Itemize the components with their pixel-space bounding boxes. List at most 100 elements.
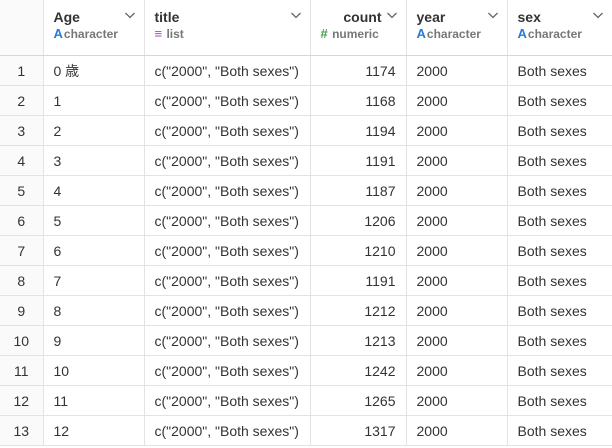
character-type-icon: A	[416, 26, 426, 41]
column-name: year	[416, 9, 446, 25]
cell-year: 2000	[406, 145, 508, 176]
row-number: 4	[0, 145, 44, 176]
cell-sex: Both sexes	[507, 55, 612, 86]
cell-age: 7	[43, 265, 145, 296]
cell-sex: Both sexes	[507, 175, 612, 206]
table-row[interactable]: 11 10 c("2000", "Both sexes") 1242 2000 Both …	[0, 355, 612, 386]
row-number: 6	[0, 205, 44, 236]
table-row[interactable]: 3 2 c("2000", "Both sexes") 1194 2000 Both se…	[0, 115, 612, 146]
row-number: 2	[0, 85, 44, 116]
cell-year: 2000	[406, 415, 508, 446]
column-header-sex[interactable]: sex Acharacter	[507, 0, 612, 56]
character-type-icon: A	[53, 26, 63, 41]
cell-title: c("2000", "Both sexes")	[144, 115, 311, 146]
column-name: title	[154, 9, 180, 25]
cell-count: 1194	[310, 115, 407, 146]
column-name: sex	[517, 9, 541, 25]
cell-year: 2000	[406, 265, 508, 296]
cell-title: c("2000", "Both sexes")	[144, 145, 311, 176]
numeric-type-icon: #	[320, 26, 328, 41]
chevron-down-icon[interactable]	[386, 9, 398, 21]
table-row[interactable]: 8 7 c("2000", "Both sexes") 1191 2000 Both se…	[0, 265, 612, 296]
cell-count: 1210	[310, 235, 407, 266]
row-number: 13	[0, 415, 44, 446]
column-header-title[interactable]: title ≡ list	[144, 0, 311, 56]
cell-year: 2000	[406, 85, 508, 116]
table-row[interactable]: 12 11 c("2000", "Both sexes") 1265 2000 Both …	[0, 385, 612, 416]
chevron-down-icon[interactable]	[487, 9, 499, 21]
cell-age: 10	[43, 355, 145, 386]
chevron-down-icon[interactable]	[290, 9, 302, 21]
cell-count: 1242	[310, 355, 407, 386]
character-type-icon: A	[517, 26, 527, 41]
data-grid: Age Acharacter title ≡ list count # nume…	[0, 0, 612, 446]
cell-count: 1168	[310, 85, 407, 116]
row-number: 8	[0, 265, 44, 296]
column-type: Acharacter	[517, 26, 582, 42]
cell-count: 1265	[310, 385, 407, 416]
cell-age: 3	[43, 145, 145, 176]
row-number: 7	[0, 235, 44, 266]
cell-year: 2000	[406, 325, 508, 356]
cell-title: c("2000", "Both sexes")	[144, 415, 311, 446]
table-row[interactable]: 10 9 c("2000", "Both sexes") 1213 2000 Both s…	[0, 325, 612, 356]
cell-year: 2000	[406, 385, 508, 416]
cell-year: 2000	[406, 355, 508, 386]
table-row[interactable]: 10 歳 c("2000", "Both sexes") 1174 2000 Both …	[0, 55, 612, 86]
row-number: 9	[0, 295, 44, 326]
row-number: 1	[0, 55, 44, 86]
cell-title: c("2000", "Both sexes")	[144, 55, 311, 86]
column-type: Acharacter	[53, 26, 118, 42]
table-row[interactable]: 2 1 c("2000", "Both sexes") 1168 2000 Both se…	[0, 85, 612, 116]
cell-title: c("2000", "Both sexes")	[144, 295, 311, 326]
cell-count: 1191	[310, 145, 407, 176]
cell-sex: Both sexes	[507, 295, 612, 326]
cell-sex: Both sexes	[507, 235, 612, 266]
table-row[interactable]: 6 5 c("2000", "Both sexes") 1206 2000 Both se…	[0, 205, 612, 236]
cell-sex: Both sexes	[507, 415, 612, 446]
cell-year: 2000	[406, 175, 508, 206]
table-body: 10 歳 c("2000", "Both sexes") 1174 2000 Both …	[0, 55, 612, 446]
cell-year: 2000	[406, 115, 508, 146]
column-header-count[interactable]: count # numeric	[310, 0, 407, 56]
table-row[interactable]: 7 6 c("2000", "Both sexes") 1210 2000 Both se…	[0, 235, 612, 266]
row-number: 3	[0, 115, 44, 146]
table-row[interactable]: 5 4 c("2000", "Both sexes") 1187 2000 Both se…	[0, 175, 612, 206]
cell-count: 1206	[310, 205, 407, 236]
cell-age: 8	[43, 295, 145, 326]
column-header-age[interactable]: Age Acharacter	[43, 0, 145, 56]
cell-age: 11	[43, 385, 145, 416]
row-number: 11	[0, 355, 44, 386]
cell-age: 12	[43, 415, 145, 446]
row-number: 12	[0, 385, 44, 416]
cell-sex: Both sexes	[507, 85, 612, 116]
cell-count: 1212	[310, 295, 407, 326]
table-row[interactable]: 9 8 c("2000", "Both sexes") 1212 2000 Both se…	[0, 295, 612, 326]
row-number-header	[0, 0, 44, 56]
cell-title: c("2000", "Both sexes")	[144, 355, 311, 386]
cell-count: 1174	[310, 55, 407, 86]
table-row[interactable]: 4 3 c("2000", "Both sexes") 1191 2000 Both se…	[0, 145, 612, 176]
cell-title: c("2000", "Both sexes")	[144, 385, 311, 416]
cell-age: 2	[43, 115, 145, 146]
cell-year: 2000	[406, 235, 508, 266]
cell-sex: Both sexes	[507, 115, 612, 146]
cell-year: 2000	[406, 205, 508, 236]
cell-year: 2000	[406, 295, 508, 326]
chevron-down-icon[interactable]	[592, 9, 604, 21]
column-header-year[interactable]: year Acharacter	[406, 0, 508, 56]
list-type-icon: ≡	[154, 26, 163, 41]
cell-sex: Both sexes	[507, 265, 612, 296]
cell-sex: Both sexes	[507, 325, 612, 356]
cell-count: 1213	[310, 325, 407, 356]
cell-count: 1187	[310, 175, 407, 206]
column-type: ≡ list	[154, 26, 184, 42]
table-row[interactable]: 13 12 c("2000", "Both sexes") 1317 2000 Both …	[0, 415, 612, 446]
column-type: Acharacter	[416, 26, 481, 42]
chevron-down-icon[interactable]	[124, 9, 136, 21]
cell-age: 0 歳	[43, 55, 145, 86]
cell-year: 2000	[406, 55, 508, 86]
cell-sex: Both sexes	[507, 205, 612, 236]
cell-count: 1317	[310, 415, 407, 446]
cell-sex: Both sexes	[507, 355, 612, 386]
